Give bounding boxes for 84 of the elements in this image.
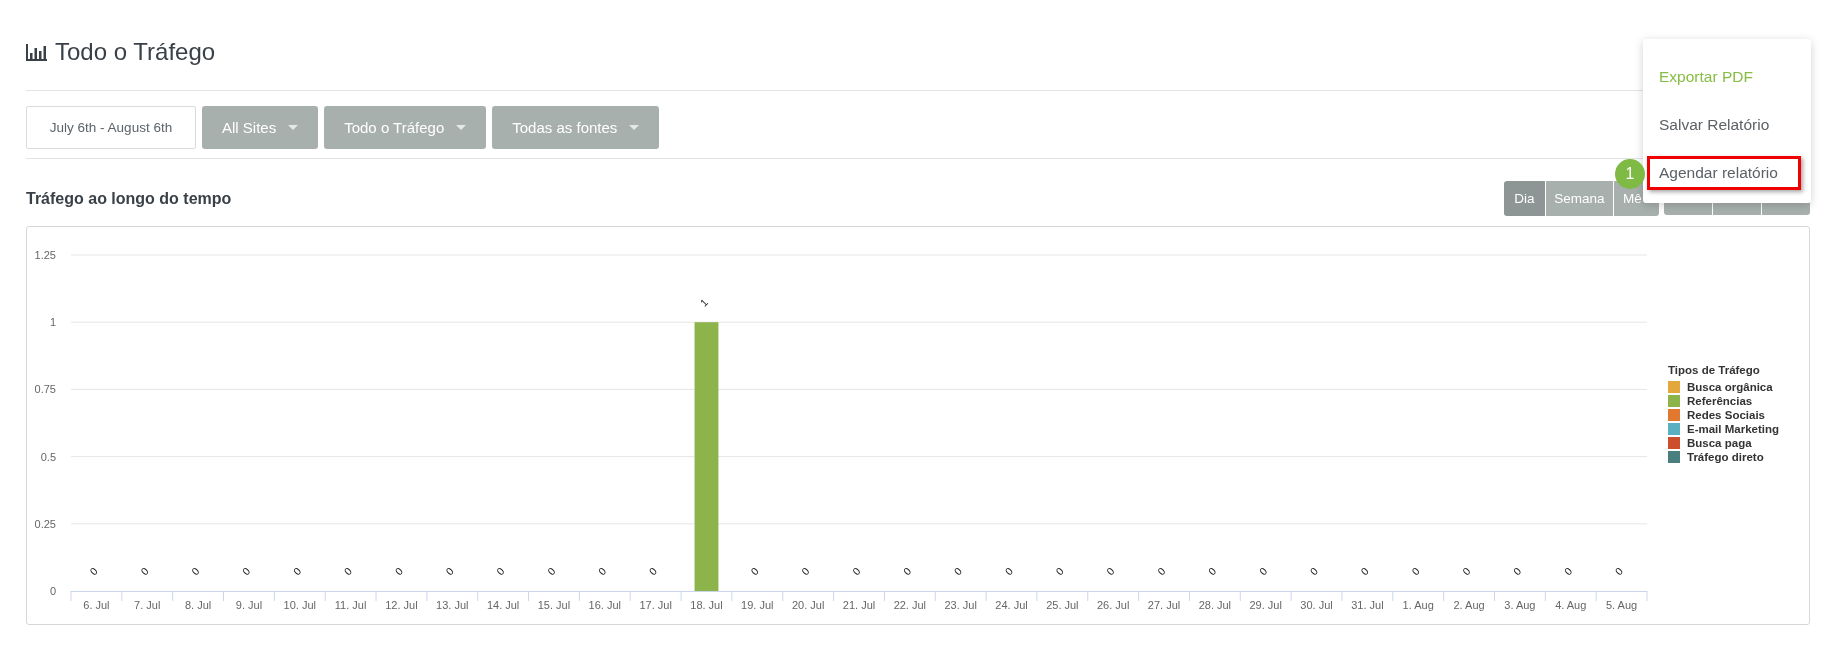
x-axis-label: 3. Aug	[1504, 599, 1536, 611]
x-axis-label: 16. Jul	[588, 599, 621, 611]
x-axis-label: 8. Jul	[184, 599, 212, 611]
data-label: 0	[799, 564, 812, 578]
x-axis-label: 27. Jul	[1147, 599, 1181, 611]
step-badge: 1	[1615, 159, 1645, 189]
data-label: 0	[849, 564, 863, 578]
data-label: 0	[1409, 564, 1422, 578]
data-label: 0	[1510, 564, 1524, 578]
legend-label[interactable]: Referências	[1687, 395, 1753, 407]
x-axis-label: 30. Jul	[1300, 599, 1333, 611]
x-axis-label: 24. Jul	[995, 599, 1028, 611]
x-axis-label: 6. Jul	[83, 599, 110, 611]
data-label: 0	[900, 564, 914, 578]
x-axis-label: 15. Jul	[537, 599, 571, 611]
data-label: 0	[494, 564, 507, 578]
x-axis-label: 5. Aug	[1606, 599, 1638, 611]
legend-label[interactable]: Redes Sociais	[1687, 409, 1765, 421]
legend-label[interactable]: E-mail Marketing	[1687, 423, 1780, 435]
x-axis-label: 18. Jul	[690, 599, 723, 611]
data-label: 0	[1002, 564, 1015, 578]
x-axis-label: 17. Jul	[639, 599, 672, 611]
caret-icon	[288, 125, 299, 130]
y-axis-label: 0.25	[34, 517, 56, 530]
x-axis-label: 23. Jul	[944, 599, 977, 611]
x-axis-label: 10. Jul	[283, 599, 316, 611]
data-label: 0	[1256, 564, 1270, 578]
data-label: 0	[544, 564, 558, 578]
menu-item[interactable]: Agendar relatório	[1647, 156, 1801, 190]
data-label: 0	[1307, 564, 1321, 578]
data-label: 0	[1561, 564, 1575, 578]
data-label: 0	[239, 564, 253, 578]
data-label: 0	[290, 564, 304, 578]
x-axis-label: 31. Jul	[1351, 599, 1384, 611]
data-label: 0	[341, 564, 355, 578]
data-label: 0	[646, 564, 660, 578]
x-axis-label: 19. Jul	[741, 599, 774, 611]
x-axis-label: 11. Jul	[334, 599, 367, 611]
data-label: 0	[1053, 564, 1066, 578]
section-title: Tráfego ao longo do tempo	[26, 189, 232, 208]
data-label: 0	[392, 564, 405, 578]
page-title: Todo o Tráfego	[55, 38, 216, 66]
x-axis-label: 26. Jul	[1097, 599, 1130, 611]
legend-title: Tipos de Tráfego	[1668, 364, 1761, 378]
legend-label[interactable]: Tráfego direto	[1687, 451, 1764, 463]
caret-icon	[456, 125, 467, 130]
data-label: 0	[1154, 564, 1168, 578]
y-axis-label: 0.5	[40, 450, 56, 463]
y-axis-label: 1.25	[34, 249, 56, 261]
data-label: 0	[138, 564, 151, 578]
x-axis-label: 20. Jul	[791, 599, 825, 611]
data-label: 0	[443, 564, 456, 578]
x-axis-label: 25. Jul	[1046, 599, 1079, 611]
data-label: 0	[595, 564, 609, 578]
legend-label[interactable]: Busca orgânica	[1687, 381, 1773, 393]
data-label: 0	[951, 564, 965, 578]
y-axis-label: 0	[49, 585, 56, 597]
data-label: 0	[1358, 564, 1371, 578]
x-axis-label: 14. Jul	[486, 599, 520, 611]
data-label: 0	[1104, 564, 1117, 578]
legend-label[interactable]: Busca paga	[1687, 437, 1752, 449]
x-axis-label: 9. Jul	[235, 599, 263, 611]
data-label: 1	[697, 296, 710, 309]
data-label: 0	[188, 564, 202, 578]
bar-chart-icon	[26, 43, 47, 61]
x-axis-label: 29. Jul	[1249, 599, 1282, 611]
data-label: 0	[748, 564, 761, 578]
x-axis-label: 7. Jul	[134, 599, 161, 611]
data-label: 0	[1459, 564, 1473, 578]
data-label: 0	[1612, 564, 1626, 578]
x-axis-label: 21. Jul	[842, 599, 876, 611]
y-axis-label: 1	[49, 316, 56, 329]
x-axis-label: 22. Jul	[893, 599, 927, 611]
x-axis-label: 28. Jul	[1198, 599, 1232, 611]
data-label: 0	[1205, 564, 1219, 578]
caret-icon	[629, 125, 640, 130]
x-axis-label: 4. Aug	[1555, 599, 1587, 611]
x-axis-label: 12. Jul	[385, 599, 418, 611]
data-label: 0	[87, 564, 100, 578]
date-range-field[interactable]: July 6th - August 6th	[26, 106, 196, 149]
y-axis-label: 0.75	[34, 383, 56, 396]
x-axis-label: 2. Aug	[1453, 599, 1485, 611]
x-axis-label: 13. Jul	[436, 599, 469, 611]
x-axis-label: 1. Aug	[1402, 599, 1434, 611]
